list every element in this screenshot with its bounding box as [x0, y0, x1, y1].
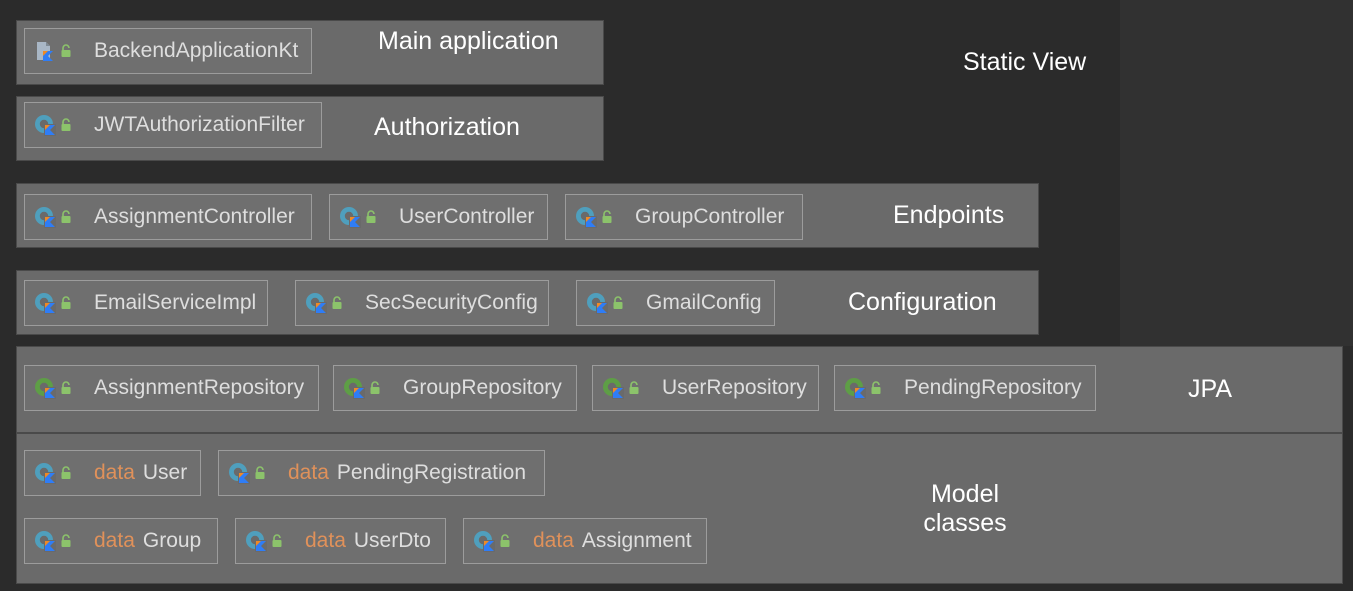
kotlin-class-icon [305, 292, 327, 314]
class-node[interactable]: data PendingRegistration [218, 450, 545, 496]
class-name: UserDto [353, 529, 431, 552]
class-name: BackendApplicationKt [94, 39, 299, 62]
class-name: EmailServiceImpl [94, 291, 257, 314]
layer-model-classes: Model classes data User data PendingRegi… [16, 433, 1343, 584]
class-node[interactable]: BackendApplicationKt [24, 28, 312, 74]
class-node[interactable]: SecSecurityConfig [295, 280, 549, 326]
kotlin-class-icon [575, 206, 597, 228]
lock-icon [628, 381, 640, 395]
background-band [1120, 0, 1353, 346]
layer-label: Authorization [374, 113, 520, 141]
class-name: PendingRepository [904, 376, 1082, 399]
class-name: UserRepository [662, 376, 807, 399]
lock-icon [60, 381, 72, 395]
class-node[interactable]: data Group [24, 518, 218, 564]
layer-label: Endpoints [893, 201, 1005, 229]
kotlin-class-icon [34, 462, 56, 484]
kotlin-class-icon [339, 206, 361, 228]
class-name: Assignment [581, 529, 692, 552]
class-name: User [142, 461, 188, 484]
lock-icon [60, 118, 72, 132]
class-node[interactable]: JWTAuthorizationFilter [24, 102, 322, 148]
class-name: GroupController [635, 205, 785, 228]
class-node[interactable]: AssignmentController [24, 194, 312, 240]
lock-icon [254, 466, 266, 480]
layer-label: Model classes [923, 480, 1007, 537]
class-node[interactable]: GmailConfig [576, 280, 775, 326]
lock-icon [612, 296, 624, 310]
lock-icon [870, 381, 882, 395]
kotlin-file-icon [34, 40, 56, 62]
diagram-title: Static View [963, 48, 1087, 76]
kotlin-interface-icon [343, 377, 365, 399]
layer-configuration: Configuration EmailServiceImpl SecSecuri… [16, 270, 1039, 335]
lock-icon [365, 210, 377, 224]
kotlin-class-icon [245, 530, 267, 552]
kotlin-class-icon [586, 292, 608, 314]
data-keyword: data [533, 529, 574, 552]
kotlin-interface-icon [34, 377, 56, 399]
lock-icon [60, 296, 72, 310]
class-node[interactable]: UserController [329, 194, 548, 240]
kotlin-class-icon [34, 206, 56, 228]
class-node[interactable]: data User [24, 450, 201, 496]
class-node[interactable]: PendingRepository [834, 365, 1096, 411]
layer-main-application: Main application BackendApplicationKt [16, 20, 604, 85]
kotlin-class-icon [34, 114, 56, 136]
kotlin-class-icon [34, 530, 56, 552]
lock-icon [499, 534, 511, 548]
layer-jpa: JPA AssignmentRepository GroupRepository… [16, 346, 1343, 433]
class-node[interactable]: AssignmentRepository [24, 365, 319, 411]
kotlin-interface-icon [844, 377, 866, 399]
lock-icon [331, 296, 343, 310]
class-node[interactable]: GroupController [565, 194, 803, 240]
data-keyword: data [305, 529, 346, 552]
lock-icon [60, 44, 72, 58]
layer-label: Configuration [848, 288, 997, 316]
class-node[interactable]: data Assignment [463, 518, 707, 564]
class-name: SecSecurityConfig [365, 291, 538, 314]
kotlin-class-icon [228, 462, 250, 484]
lock-icon [271, 534, 283, 548]
class-node[interactable]: data UserDto [235, 518, 446, 564]
class-name: GroupRepository [403, 376, 562, 399]
class-node[interactable]: UserRepository [592, 365, 819, 411]
lock-icon [369, 381, 381, 395]
layer-authorization: Authorization JWTAuthorizationFilter [16, 96, 604, 161]
kotlin-class-icon [34, 292, 56, 314]
kotlin-interface-icon [602, 377, 624, 399]
class-name: UserController [399, 205, 535, 228]
class-name: Group [142, 529, 202, 552]
data-keyword: data [288, 461, 329, 484]
layer-label: JPA [1188, 375, 1232, 403]
data-keyword: data [94, 529, 135, 552]
class-name: JWTAuthorizationFilter [94, 113, 305, 136]
class-name: AssignmentRepository [94, 376, 305, 399]
kotlin-class-icon [473, 530, 495, 552]
data-keyword: data [94, 461, 135, 484]
class-name: PendingRegistration [336, 461, 526, 484]
layer-endpoints: Endpoints AssignmentController UserContr… [16, 183, 1039, 248]
class-name: AssignmentController [94, 205, 295, 228]
class-node[interactable]: GroupRepository [333, 365, 577, 411]
lock-icon [60, 210, 72, 224]
class-node[interactable]: EmailServiceImpl [24, 280, 268, 326]
class-name: GmailConfig [646, 291, 762, 314]
layer-label: Main application [378, 27, 559, 55]
lock-icon [60, 534, 72, 548]
lock-icon [601, 210, 613, 224]
lock-icon [60, 466, 72, 480]
